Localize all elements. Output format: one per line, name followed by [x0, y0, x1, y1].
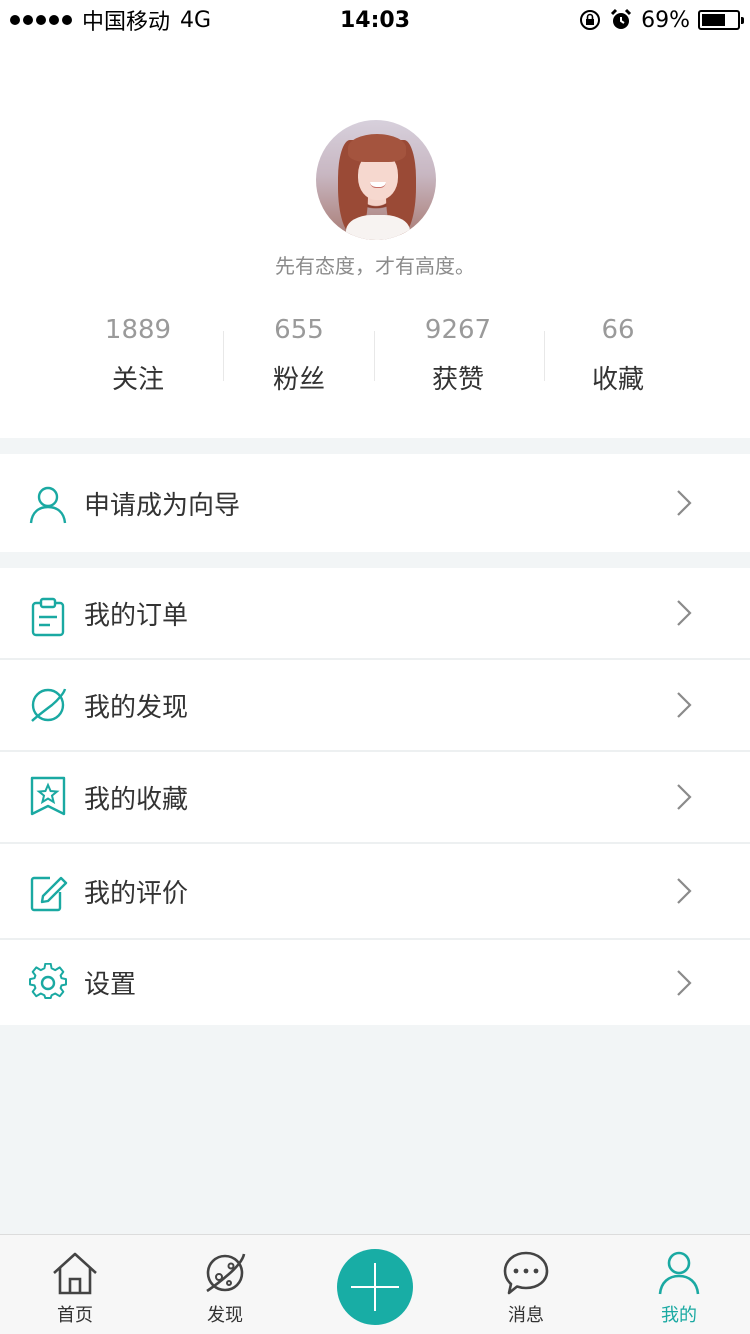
battery-icon [698, 10, 744, 30]
tab-bar: 首页 发现 消息 我的 [0, 1234, 750, 1334]
menu-item-label: 我的订单 [84, 600, 189, 631]
person-icon [29, 486, 67, 524]
battery-fill [702, 14, 725, 26]
profile-stats: 1889 关注 655 粉丝 9267 获赞 66 收藏 [58, 313, 698, 396]
chevron-right-icon [677, 490, 692, 516]
profile-header: 先有态度，才有高度。 1889 关注 655 粉丝 9267 获赞 66 收藏 [0, 40, 750, 438]
menu-item-label: 我的发现 [84, 692, 189, 723]
rotation-lock-icon [580, 10, 601, 30]
menu-item-orders[interactable]: 我的订单 [0, 568, 750, 658]
stat-count: 655 [274, 315, 324, 345]
signal-strength-icon [10, 15, 72, 25]
menu-item-label: 设置 [84, 970, 137, 1000]
menu-item-discoveries[interactable]: 我的发现 [0, 660, 750, 750]
menu-item-favorites[interactable]: 我的收藏 [0, 752, 750, 842]
stat-favorites[interactable]: 66 收藏 [538, 313, 698, 396]
apply-guide-item[interactable]: 申请成为向导 [0, 454, 750, 552]
status-right: 69% [579, 7, 744, 33]
menu-item-settings[interactable]: 设置 [0, 940, 750, 1025]
person-icon [658, 1251, 700, 1295]
planet-icon [31, 688, 67, 722]
status-left: 中国移动 4G [10, 4, 211, 36]
stat-label: 获赞 [431, 365, 484, 395]
stat-likes[interactable]: 9267 获赞 [378, 313, 538, 396]
chevron-right-icon [677, 600, 692, 626]
stat-count: 66 [601, 315, 635, 345]
tab-home[interactable]: 首页 [20, 1235, 130, 1334]
menu-group: 我的订单 我的发现 我的收藏 我的评价 设置 [0, 568, 750, 1025]
chevron-right-icon [677, 784, 692, 810]
status-bar: 中国移动 4G 14:03 69% [0, 0, 750, 40]
stat-divider [374, 331, 375, 381]
planet-icon [206, 1253, 246, 1293]
stat-fans[interactable]: 655 粉丝 [219, 313, 379, 396]
network-type: 4G [180, 7, 212, 33]
chevron-right-icon [677, 878, 692, 904]
tab-mine[interactable]: 我的 [624, 1235, 734, 1334]
clipboard-icon [31, 597, 65, 637]
stat-following[interactable]: 1889 关注 [58, 313, 218, 396]
tab-messages[interactable]: 消息 [471, 1235, 581, 1334]
carrier-name: 中国移动 [82, 10, 171, 35]
stat-label: 关注 [111, 365, 164, 395]
alarm-icon [611, 8, 632, 29]
tab-label: 首页 [57, 1305, 93, 1326]
gear-icon [29, 963, 67, 999]
menu-item-label: 我的收藏 [84, 784, 189, 815]
publish-plus-button[interactable] [337, 1249, 413, 1325]
bookmark-star-icon [30, 776, 66, 816]
tab-label: 我的 [661, 1305, 697, 1326]
menu-item-label: 我的评价 [84, 878, 189, 909]
stat-count: 1889 [104, 315, 172, 345]
chat-bubble-icon [503, 1251, 549, 1295]
home-icon [53, 1252, 97, 1295]
guide-group: 申请成为向导 [0, 454, 750, 552]
apply-guide-label: 申请成为向导 [84, 490, 241, 521]
stat-label: 收藏 [591, 365, 644, 395]
chevron-right-icon [677, 692, 692, 718]
tab-discover[interactable]: 发现 [170, 1235, 280, 1334]
chevron-right-icon [677, 969, 692, 996]
avatar[interactable] [316, 120, 436, 240]
menu-item-reviews[interactable]: 我的评价 [0, 844, 750, 938]
edit-pen-icon [30, 876, 68, 912]
stat-label: 粉丝 [272, 365, 325, 395]
tab-label: 消息 [508, 1305, 544, 1326]
stat-count: 9267 [424, 315, 492, 345]
profile-motto: 先有态度，才有高度。 [275, 254, 475, 278]
battery-percentage: 69% [641, 7, 690, 33]
tab-label: 发现 [207, 1305, 243, 1326]
